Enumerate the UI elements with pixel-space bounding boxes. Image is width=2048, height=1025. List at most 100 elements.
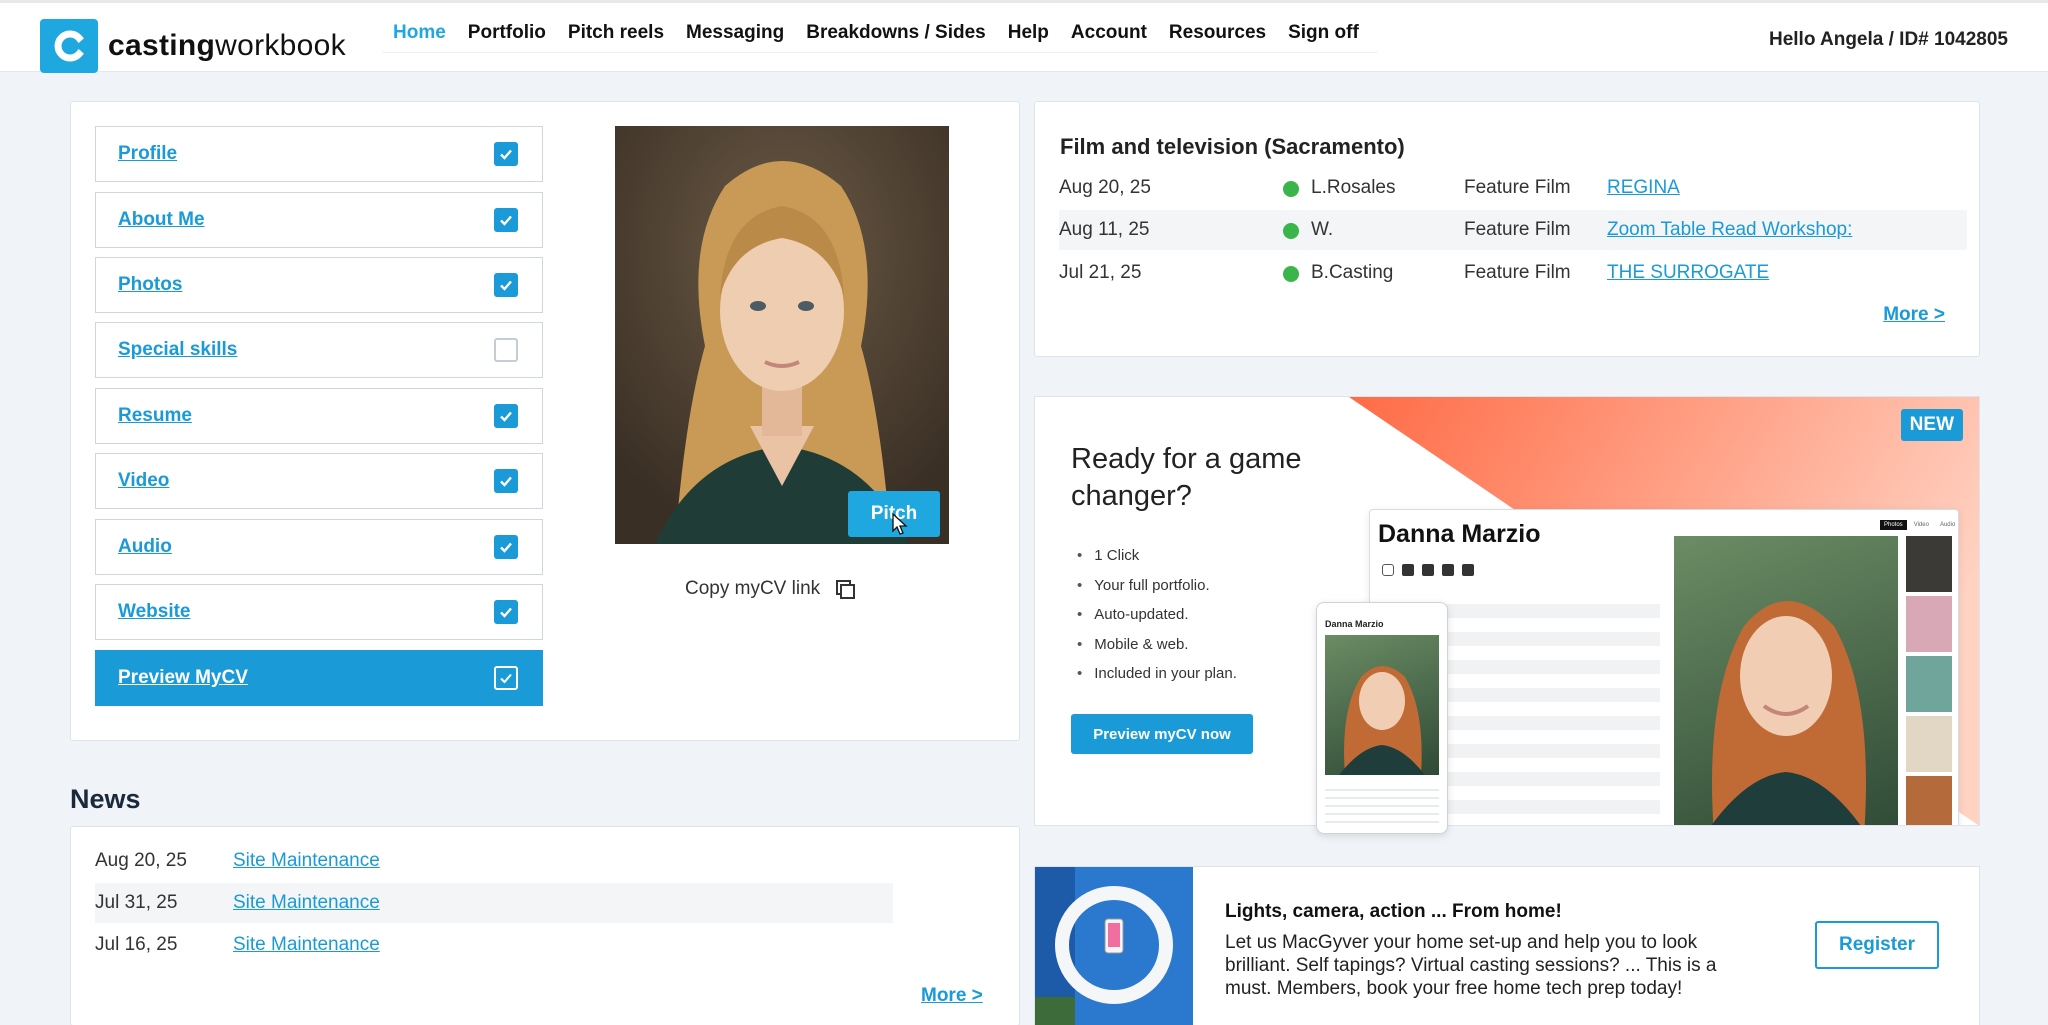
new-badge: NEW [1900,409,1963,441]
promo-bullet: Included in your plan. [1077,659,1237,689]
mockup-social-icons [1382,564,1474,576]
row-project-type: Feature Film [1464,219,1571,240]
nav-messaging[interactable]: Messaging [686,22,784,44]
status-dot-icon [1283,181,1299,197]
table-row: Aug 20, 25 L.Rosales Feature Film REGINA [1059,168,1967,208]
checkbox-checked-icon[interactable] [494,600,518,624]
film-more-link[interactable]: More > [1883,304,1945,326]
table-row: Jul 21, 25 B.Casting Feature Film THE SU… [1059,253,1967,293]
checkbox-checked-icon[interactable] [494,208,518,232]
promo-bullet: Auto-updated. [1077,600,1237,630]
portfolio-card: Profile About Me Photos Special skills R… [70,101,1020,741]
news-date: Jul 31, 25 [95,892,178,913]
main-nav: Home Portfolio Pitch reels Messaging Bre… [382,13,1378,53]
status-dot-icon [1283,223,1299,239]
news-title-link[interactable]: Site Maintenance [233,934,380,956]
row-casting-director: L.Rosales [1311,177,1396,198]
mycv-desktop-mockup: Danna Marzio Photos Video Audio [1369,509,1959,825]
checklist-label[interactable]: Audio [118,536,172,558]
news-title-link[interactable]: Site Maintenance [233,892,380,914]
home-tech-prep-card: Lights, camera, action ... From home! Le… [1034,866,1980,1025]
mockup-mobile-photo [1325,635,1439,775]
checklist-item-website[interactable]: Website [95,584,543,640]
ring-light-image [1035,867,1193,1025]
news-heading: News [70,784,141,814]
mycv-mobile-mockup: Danna Marzio [1316,602,1448,834]
nav-breakdowns-sides[interactable]: Breakdowns / Sides [806,22,986,44]
preview-mycv-label[interactable]: Preview MyCV [118,667,248,689]
promo-bullet: Mobile & web. [1077,630,1237,660]
row-date: Aug 20, 25 [1059,177,1151,198]
checkbox-outline-check-icon[interactable] [494,666,518,690]
checklist-label[interactable]: Video [118,470,169,492]
nav-help[interactable]: Help [1008,22,1049,44]
home-tech-prep-body: Let us MacGyver your home set-up and hel… [1225,932,1717,999]
checklist-item-special-skills[interactable]: Special skills [95,322,543,378]
row-project-title-link[interactable]: THE SURROGATE [1607,262,1769,284]
news-title-link[interactable]: Site Maintenance [233,850,380,872]
news-date: Aug 20, 25 [95,850,187,871]
mockup-thumbnail-strip [1906,536,1952,825]
row-casting-director: W. [1311,219,1334,240]
checkbox-checked-icon[interactable] [494,142,518,166]
copy-mycv-link-label[interactable]: Copy myCV link [685,578,820,600]
register-button[interactable]: Register [1815,921,1939,969]
nav-home[interactable]: Home [393,22,446,44]
row-date: Jul 21, 25 [1059,262,1142,283]
status-dot-icon [1283,266,1299,282]
news-row: Aug 20, 25 Site Maintenance [95,841,893,881]
checklist-label[interactable]: About Me [118,209,205,231]
row-project-title-link[interactable]: Zoom Table Read Workshop: [1607,219,1852,241]
home-tech-prep-title: Lights, camera, action ... From home! [1225,901,1562,922]
checklist-item-video[interactable]: Video [95,453,543,509]
nav-account[interactable]: Account [1071,22,1147,44]
checkbox-unchecked-icon[interactable] [494,338,518,362]
nav-sign-off[interactable]: Sign off [1288,22,1359,44]
checklist-item-about-me[interactable]: About Me [95,192,543,248]
film-heading: Film and television (Sacramento) [1060,134,1405,159]
checklist-item-resume[interactable]: Resume [95,388,543,444]
nav-pitch-reels[interactable]: Pitch reels [568,22,664,44]
copy-mycv-link[interactable]: Copy myCV link [685,578,856,600]
mockup-tabs: Photos Video Audio [1880,520,1958,530]
mycv-promo-card: NEW Ready for a game changer? 1 Click Yo… [1034,396,1980,826]
preview-mycv-now-button[interactable]: Preview myCV now [1071,714,1253,754]
checklist-label[interactable]: Profile [118,143,177,165]
checklist-label[interactable]: Website [118,601,191,623]
checkbox-checked-icon[interactable] [494,404,518,428]
news-more-link[interactable]: More > [921,985,983,1007]
row-project-title-link[interactable]: REGINA [1607,177,1680,199]
mockup-profile-name: Danna Marzio [1378,520,1541,548]
checklist-label[interactable]: Special skills [118,339,237,361]
row-casting-director: B.Casting [1311,262,1394,283]
nav-resources[interactable]: Resources [1169,22,1266,44]
promo-bullet-list: 1 Click Your full portfolio. Auto-update… [1077,541,1237,689]
table-row: Aug 11, 25 W. Feature Film Zoom Table Re… [1059,210,1967,250]
checklist-label[interactable]: Resume [118,405,192,427]
nav-portfolio[interactable]: Portfolio [468,22,546,44]
news-row: Jul 16, 25 Site Maintenance [95,925,893,965]
checklist-item-photos[interactable]: Photos [95,257,543,313]
news-date: Jul 16, 25 [95,934,178,955]
site-logo[interactable]: castingworkbook [40,19,346,73]
news-card: Aug 20, 25 Site Maintenance Jul 31, 25 S… [70,826,1020,1025]
checkbox-checked-icon[interactable] [494,535,518,559]
checkbox-checked-icon[interactable] [494,273,518,297]
checklist-item-audio[interactable]: Audio [95,519,543,575]
checklist-label[interactable]: Photos [118,274,182,296]
user-greeting: Hello Angela / ID# 1042805 [1768,29,2008,50]
checklist-item-profile[interactable]: Profile [95,126,543,182]
promo-bullet: 1 Click [1077,541,1237,571]
row-project-type: Feature Film [1464,177,1571,198]
row-date: Aug 11, 25 [1059,219,1150,240]
promo-title: Ready for a game changer? [1071,443,1302,512]
film-television-card: Film and television (Sacramento) Aug 20,… [1034,101,1980,357]
copy-icon[interactable] [834,578,856,600]
checkbox-checked-icon[interactable] [494,469,518,493]
mockup-main-photo [1674,536,1898,825]
news-row: Jul 31, 25 Site Maintenance [95,883,893,923]
row-project-type: Feature Film [1464,262,1571,283]
preview-mycv-button[interactable]: Preview MyCV [95,650,543,706]
headshot-photo [615,126,949,544]
logo-wordmark: castingworkbook [108,29,346,62]
